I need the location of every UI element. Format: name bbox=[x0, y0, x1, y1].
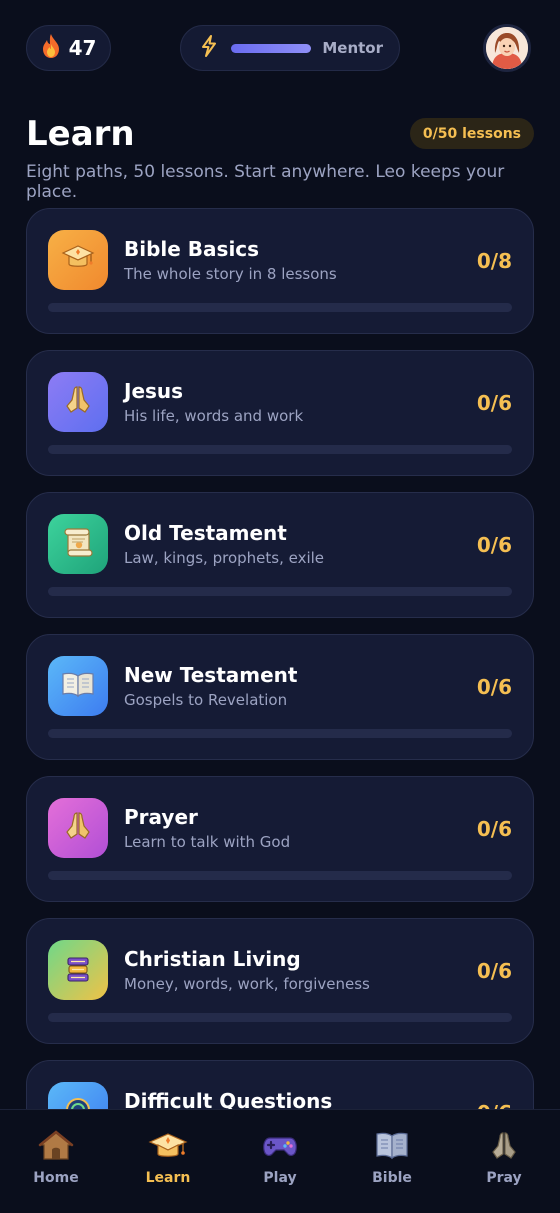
path-description: His life, words and work bbox=[124, 407, 304, 425]
path-icon-tile bbox=[48, 798, 108, 858]
praying-hands-icon bbox=[62, 384, 94, 420]
tab-play[interactable]: Play bbox=[230, 1130, 330, 1213]
path-card-new-testament[interactable]: New Testament Gospels to Revelation 0/6 bbox=[26, 634, 534, 760]
praying-hands-icon bbox=[488, 1130, 520, 1166]
tab-label: Bible bbox=[372, 1170, 412, 1186]
path-progress-bar bbox=[48, 871, 512, 880]
praying-hands-icon bbox=[62, 810, 94, 846]
path-progress-text: 0/6 bbox=[476, 533, 512, 557]
path-card-christian-living[interactable]: Christian Living Money, words, work, for… bbox=[26, 918, 534, 1044]
path-card-prayer[interactable]: Prayer Learn to talk with God 0/6 bbox=[26, 776, 534, 902]
path-card-jesus[interactable]: Jesus His life, words and work 0/6 bbox=[26, 350, 534, 476]
avatar bbox=[483, 24, 531, 72]
path-description: Learn to talk with God bbox=[124, 833, 291, 851]
tab-home[interactable]: Home bbox=[6, 1130, 106, 1213]
path-card-bible-basics[interactable]: Bible Basics The whole story in 8 lesson… bbox=[26, 208, 534, 334]
path-progress-bar bbox=[48, 445, 512, 454]
page-title: Learn bbox=[26, 114, 135, 154]
path-progress-text: 0/6 bbox=[476, 959, 512, 983]
graduation-cap-icon bbox=[61, 243, 95, 277]
tab-label: Play bbox=[263, 1170, 297, 1186]
mentor-progress-bar bbox=[231, 43, 312, 53]
path-progress-text: 0/6 bbox=[476, 391, 512, 415]
streak-pill[interactable]: 47 bbox=[26, 25, 111, 71]
tab-learn[interactable]: Learn bbox=[118, 1130, 218, 1213]
path-icon-tile bbox=[48, 372, 108, 432]
path-title: Bible Basics bbox=[124, 237, 260, 261]
open-book-icon bbox=[60, 670, 96, 702]
path-progress-bar bbox=[48, 1013, 512, 1022]
house-icon bbox=[38, 1130, 74, 1166]
page-subtitle: Eight paths, 50 lessons. Start anywhere.… bbox=[26, 162, 505, 202]
gamepad-icon bbox=[262, 1130, 298, 1166]
path-progress-bar bbox=[48, 587, 512, 596]
mentor-pill[interactable]: Mentor bbox=[180, 25, 400, 71]
mentor-label: Mentor bbox=[322, 39, 383, 57]
flame-icon bbox=[41, 33, 61, 63]
path-progress-bar bbox=[48, 303, 512, 312]
bottom-tab-bar: Home Learn Play Bible Pray bbox=[0, 1109, 560, 1213]
path-progress-bar bbox=[48, 729, 512, 738]
streak-count: 47 bbox=[68, 36, 97, 60]
graduation-cap-icon bbox=[148, 1130, 188, 1166]
path-description: Money, words, work, forgiveness bbox=[124, 975, 370, 993]
lightning-icon bbox=[201, 35, 217, 61]
path-progress-text: 0/6 bbox=[476, 817, 512, 841]
path-icon-tile bbox=[48, 940, 108, 1000]
path-icon-tile bbox=[48, 656, 108, 716]
path-progress-text: 0/8 bbox=[476, 249, 512, 273]
open-book-icon bbox=[374, 1130, 410, 1166]
path-progress-text: 0/6 bbox=[476, 675, 512, 699]
scroll-icon bbox=[61, 526, 95, 562]
tab-bible[interactable]: Bible bbox=[342, 1130, 442, 1213]
path-title: Christian Living bbox=[124, 947, 301, 971]
path-card-old-testament[interactable]: Old Testament Law, kings, prophets, exil… bbox=[26, 492, 534, 618]
path-description: Gospels to Revelation bbox=[124, 691, 288, 709]
tab-label: Pray bbox=[486, 1170, 522, 1186]
path-title: Prayer bbox=[124, 805, 198, 829]
path-description: The whole story in 8 lessons bbox=[124, 265, 337, 283]
path-title: Jesus bbox=[124, 379, 184, 403]
path-title: New Testament bbox=[124, 663, 298, 687]
top-bar: 47 Mentor bbox=[26, 24, 534, 72]
path-description: Law, kings, prophets, exile bbox=[124, 549, 325, 567]
path-title: Old Testament bbox=[124, 521, 287, 545]
tab-label: Home bbox=[33, 1170, 79, 1186]
path-icon-tile bbox=[48, 514, 108, 574]
tab-label: Learn bbox=[145, 1170, 191, 1186]
tab-pray[interactable]: Pray bbox=[454, 1130, 554, 1213]
lessons-count-badge: 0/50 lessons bbox=[409, 118, 534, 149]
profile-avatar-button[interactable] bbox=[480, 24, 534, 72]
path-icon-tile bbox=[48, 230, 108, 290]
books-stack-icon bbox=[63, 952, 93, 988]
